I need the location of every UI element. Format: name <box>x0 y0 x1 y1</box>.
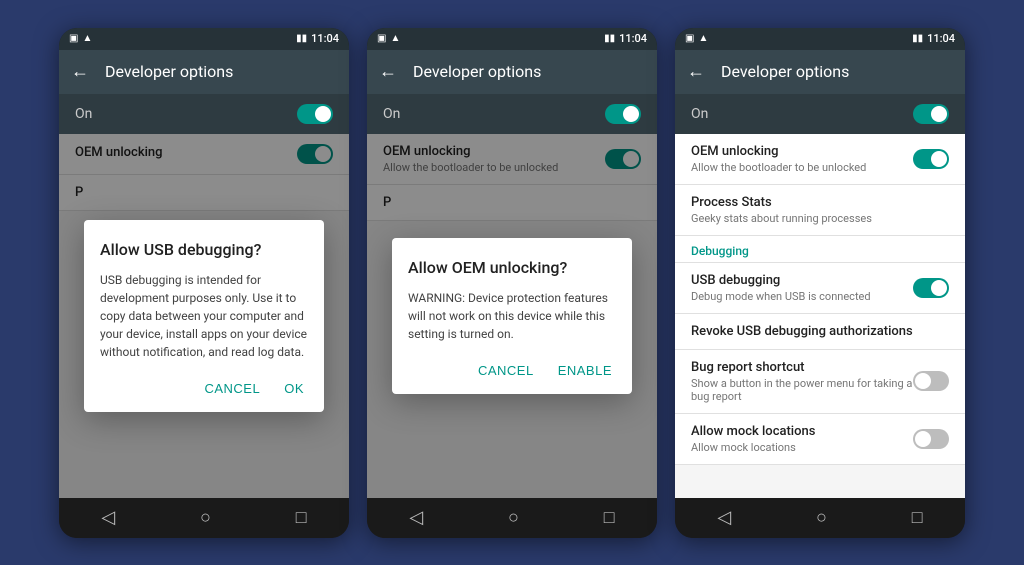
dialog-title-2: Allow OEM unlocking? <box>408 258 616 277</box>
content-1: OEM unlocking P Allow USB debugging? USB… <box>59 134 349 498</box>
dialog-actions-2: CANCEL ENABLE <box>408 359 616 382</box>
dialog-body-1: USB debugging is intended for developmen… <box>100 271 308 361</box>
cancel-button-1[interactable]: CANCEL <box>200 377 264 400</box>
status-bar-1: ▣ ▲ ▮▮ 11:04 <box>59 28 349 50</box>
on-label-1: On <box>75 106 92 122</box>
dialog-actions-1: CANCEL OK <box>100 377 308 400</box>
status-bar-3: ▣ ▲ ▮▮ 11:04 <box>675 28 965 50</box>
status-time-1: 11:04 <box>311 32 339 45</box>
back-nav-3[interactable]: ◁ <box>717 507 731 528</box>
recent-nav-2[interactable]: □ <box>604 507 615 528</box>
back-nav-1[interactable]: ◁ <box>101 507 115 528</box>
bottom-nav-1: ◁ ○ □ <box>59 498 349 538</box>
oem-unlocking-item-3[interactable]: OEM unlocking Allow the bootloader to be… <box>675 134 965 185</box>
usb-debug-title: USB debugging <box>691 273 913 288</box>
top-bar-3: ← Developer options <box>675 50 965 94</box>
dialog-title-1: Allow USB debugging? <box>100 240 308 259</box>
usb-debug-sub: Debug mode when USB is connected <box>691 290 913 303</box>
home-nav-2[interactable]: ○ <box>508 507 519 528</box>
status-icons-right: ▮▮ 11:04 <box>296 32 339 45</box>
bottom-nav-2: ◁ ○ □ <box>367 498 657 538</box>
page-title-2: Developer options <box>413 62 541 81</box>
bottom-nav-3: ◁ ○ □ <box>675 498 965 538</box>
bug-report-toggle[interactable] <box>913 371 949 391</box>
recent-nav-3[interactable]: □ <box>912 507 923 528</box>
status-bar-2: ▣ ▲ ▮▮ 11:04 <box>367 28 657 50</box>
dialog-overlay-2: Allow OEM unlocking? WARNING: Device pro… <box>367 134 657 498</box>
cancel-button-2[interactable]: CANCEL <box>474 359 538 382</box>
on-row-3: On <box>675 94 965 134</box>
bug-report-sub: Show a button in the power menu for taki… <box>691 377 913 403</box>
mock-locations-sub: Allow mock locations <box>691 441 913 454</box>
revoke-usb-title: Revoke USB debugging authorizations <box>691 324 949 339</box>
battery-icon-3: ▮▮ <box>912 33 923 44</box>
dialog-overlay-1: Allow USB debugging? USB debugging is in… <box>59 134 349 498</box>
home-nav-3[interactable]: ○ <box>816 507 827 528</box>
on-row-1: On <box>59 94 349 134</box>
debugging-section-header: Debugging <box>675 236 965 263</box>
home-nav-1[interactable]: ○ <box>200 507 211 528</box>
content-3: OEM unlocking Allow the bootloader to be… <box>675 134 965 498</box>
dialog-body-2: WARNING: Device protection features will… <box>408 289 616 343</box>
usb-debug-item[interactable]: USB debugging Debug mode when USB is con… <box>675 263 965 314</box>
mock-locations-item[interactable]: Allow mock locations Allow mock location… <box>675 414 965 465</box>
back-button-3[interactable]: ← <box>687 61 705 82</box>
oem-sub-3: Allow the bootloader to be unlocked <box>691 161 913 174</box>
signal-icon: ▲ <box>82 33 92 44</box>
developer-toggle-3[interactable] <box>913 104 949 124</box>
notification-icon-3: ▣ <box>685 33 694 44</box>
oem-unlock-dialog: Allow OEM unlocking? WARNING: Device pro… <box>392 238 632 394</box>
top-bar-1: ← Developer options <box>59 50 349 94</box>
on-row-2: On <box>367 94 657 134</box>
mock-locations-title: Allow mock locations <box>691 424 913 439</box>
status-icons-left: ▣ ▲ <box>69 33 92 44</box>
developer-toggle-2[interactable] <box>605 104 641 124</box>
top-bar-2: ← Developer options <box>367 50 657 94</box>
usb-debug-toggle[interactable] <box>913 278 949 298</box>
settings-list-3: OEM unlocking Allow the bootloader to be… <box>675 134 965 465</box>
back-button-2[interactable]: ← <box>379 61 397 82</box>
toggle-knob-1 <box>315 106 331 122</box>
notification-icon-2: ▣ <box>377 33 386 44</box>
page-title-3: Developer options <box>721 62 849 81</box>
content-2: OEM unlocking Allow the bootloader to be… <box>367 134 657 498</box>
phone-1: ▣ ▲ ▮▮ 11:04 ← Developer options On OEM … <box>59 28 349 538</box>
phone-2: ▣ ▲ ▮▮ 11:04 ← Developer options On OEM … <box>367 28 657 538</box>
status-time-3: 11:04 <box>927 32 955 45</box>
usb-debug-dialog: Allow USB debugging? USB debugging is in… <box>84 220 324 412</box>
process-stats-title: Process Stats <box>691 195 949 210</box>
battery-icon-2: ▮▮ <box>604 33 615 44</box>
status-time-2: 11:04 <box>619 32 647 45</box>
page-title-1: Developer options <box>105 62 233 81</box>
bug-report-item[interactable]: Bug report shortcut Show a button in the… <box>675 350 965 414</box>
revoke-usb-item[interactable]: Revoke USB debugging authorizations <box>675 314 965 350</box>
signal-icon-2: ▲ <box>390 33 400 44</box>
back-button-1[interactable]: ← <box>71 61 89 82</box>
developer-toggle-1[interactable] <box>297 104 333 124</box>
notification-icon: ▣ <box>69 33 78 44</box>
signal-icon-3: ▲ <box>698 33 708 44</box>
on-label-3: On <box>691 106 708 122</box>
enable-button-2[interactable]: ENABLE <box>554 359 616 382</box>
recent-nav-1[interactable]: □ <box>296 507 307 528</box>
process-stats-item[interactable]: Process Stats Geeky stats about running … <box>675 185 965 236</box>
oem-toggle-3[interactable] <box>913 149 949 169</box>
on-label-2: On <box>383 106 400 122</box>
battery-icon: ▮▮ <box>296 33 307 44</box>
ok-button-1[interactable]: OK <box>280 377 308 400</box>
process-stats-sub: Geeky stats about running processes <box>691 212 949 225</box>
phone-3: ▣ ▲ ▮▮ 11:04 ← Developer options On OEM … <box>675 28 965 538</box>
bug-report-title: Bug report shortcut <box>691 360 913 375</box>
oem-title-3: OEM unlocking <box>691 144 913 159</box>
back-nav-2[interactable]: ◁ <box>409 507 423 528</box>
mock-locations-toggle[interactable] <box>913 429 949 449</box>
